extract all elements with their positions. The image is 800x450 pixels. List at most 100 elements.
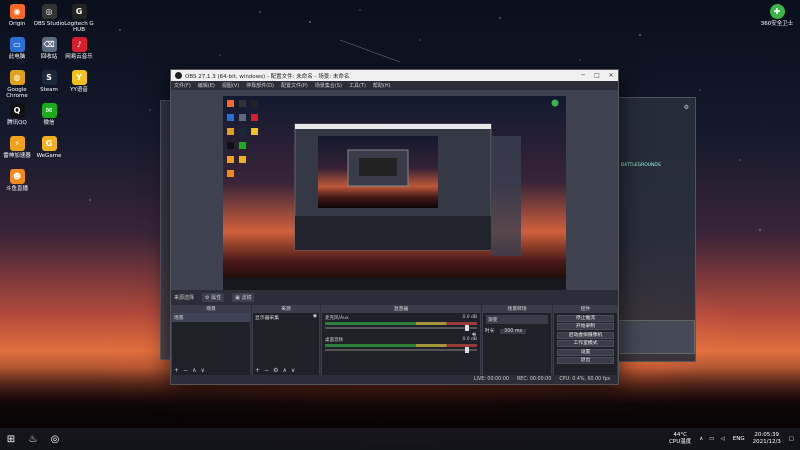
controls-dock: 控件 停止推流 开始录制 启动虚拟摄像机 工作室模式 设置 退出 (553, 305, 618, 376)
preview-canvas[interactable] (223, 96, 566, 290)
obs-logo-icon (175, 72, 182, 79)
studio-mode-button[interactable]: 工作室模式 (557, 340, 614, 347)
minimize-icon[interactable]: ─ (576, 72, 590, 79)
add-icon[interactable]: + (255, 367, 260, 374)
volume-slider[interactable] (325, 347, 477, 353)
rec-status: REC: 00:00:00 (516, 377, 552, 382)
menu-item[interactable]: 文件(F) (174, 82, 191, 89)
app-icon: ▭ (9, 37, 25, 52)
obs-menubar: 文件(F) 编辑(E) 视图(V) 停靠部件(D) 配置文件(P) 场景集合(S) 工具(T… (171, 81, 618, 90)
mixer-track: 麦克风/Aux 0.0 dB 🔊︎ (325, 315, 477, 338)
app-icon: Y (71, 70, 87, 85)
cpu-status: CPU: 0.4%, 60.00 fps (559, 377, 610, 382)
desktop-icon-label: Logitech G HUB (64, 21, 94, 34)
move-down-icon[interactable]: ∨ (291, 367, 295, 374)
source-toolbar-label: 来源选择 (174, 294, 195, 301)
move-up-icon[interactable]: ∧ (282, 367, 286, 374)
exit-button[interactable]: 退出 (557, 357, 614, 364)
desktop-icon[interactable]: G WeGame (29, 136, 69, 159)
app-icon: ◉ (9, 4, 25, 19)
menu-item[interactable]: 配置文件(P) (281, 82, 308, 89)
move-up-icon[interactable]: ∧ (192, 367, 196, 374)
menu-item[interactable]: 工具(T) (349, 82, 366, 89)
duration-input[interactable]: 300 ms (500, 329, 526, 334)
transitions-dock: 场景转场 渐变 时长 300 ms (482, 305, 552, 376)
duration-row: 时长 300 ms (483, 326, 551, 335)
volume-meter (325, 322, 477, 325)
desktop-icon-label: 斗鱼直播 (5, 186, 28, 192)
taskbar: ⊞ ♨ ◎ 44°C CPU温度 ∧ ▭ ◁ ENG 20:05:39 2021/1… (0, 428, 800, 450)
controls-dock-title: 控件 (554, 306, 617, 313)
app-icon: ⚡ (9, 136, 25, 151)
notification-icon[interactable]: ▢ (789, 436, 794, 442)
mixer-track: 桌面音频 0.0 dB (322, 337, 480, 353)
settings-button[interactable]: 设置 (557, 348, 614, 356)
desktop-icon[interactable]: ☻ 斗鱼直播 (0, 169, 37, 192)
obs-titlebar[interactable]: OBS 27.1.3 (64-bit, windows) - 配置文件: 未命名… (171, 70, 618, 81)
stop-streaming-button[interactable]: 停止推流 (557, 314, 614, 322)
scene-item[interactable]: 场景 (172, 313, 250, 322)
menu-item[interactable]: 场景集合(S) (315, 82, 342, 89)
network-icon[interactable]: ▭ (709, 436, 714, 442)
background-window-steam: ⚙ BATTLEGROUNDS (612, 97, 696, 362)
maximize-icon[interactable]: □ (590, 72, 604, 79)
remove-icon[interactable]: − (183, 367, 188, 374)
source-item[interactable]: 显示器采集 ◉ (253, 313, 319, 322)
input-language[interactable]: ENG (733, 436, 745, 442)
close-icon[interactable]: ✕ (604, 72, 618, 79)
desktop-icon[interactable]: G Logitech G HUB (59, 4, 99, 34)
obs-status-bar: LIVE: 00:00:00 REC: 00:00:00 CPU: 0.4%, … (171, 375, 618, 384)
steam-game-text: BATTLEGROUNDS (621, 163, 661, 168)
desktop-icon[interactable]: ✉ 微信 (29, 103, 69, 126)
menu-item[interactable]: 视图(V) (222, 82, 239, 89)
mixer-dock: 混音器 麦克风/Aux 0.0 dB 🔊︎ 桌面音频 0.0 dB (321, 305, 481, 376)
speaker-icon[interactable]: 🔊︎ (472, 331, 476, 339)
scenes-dock: 场景 场景 + − ∧ ∨ (171, 305, 251, 376)
app-icon: ◍ (9, 70, 25, 85)
system-tray: 44°C CPU温度 ∧ ▭ ◁ ENG 20:05:39 2021/12/3 ▢ (661, 432, 800, 445)
steam-taskbar-icon[interactable]: ♨ (22, 428, 44, 450)
transition-select[interactable]: 渐变 (486, 315, 548, 324)
live-status: LIVE: 00:00:00 (473, 377, 509, 382)
volume-slider[interactable] (325, 325, 477, 331)
add-icon[interactable]: + (174, 367, 179, 374)
scenes-toolbar: + − ∧ ∨ (172, 366, 250, 375)
virtual-camera-button[interactable]: 启动虚拟摄像机 (557, 331, 614, 339)
preview-area (171, 90, 618, 290)
app-icon: G (41, 136, 57, 151)
menu-item[interactable]: 编辑(E) (198, 82, 215, 89)
tray-chevron-icon[interactable]: ∧ (699, 436, 703, 442)
source-toolbar: 来源选择 ⚙ 属性 ▣ 滤镜 (171, 292, 618, 302)
remove-icon[interactable]: − (264, 367, 269, 374)
scenes-dock-title: 场景 (172, 306, 250, 313)
volume-icon[interactable]: ◁ (721, 436, 725, 442)
menu-item[interactable]: 帮助(H) (373, 82, 391, 89)
cpu-temp: 44°C CPU温度 (669, 432, 692, 445)
desktop-icon[interactable]: Y YY语音 (59, 70, 99, 93)
filters-button[interactable]: ▣ 滤镜 (232, 292, 255, 302)
visibility-eye-icon[interactable]: ◉ (313, 314, 317, 319)
obs-taskbar-icon[interactable]: ◎ (44, 428, 66, 450)
move-down-icon[interactable]: ∨ (200, 367, 204, 374)
volume-meter (325, 344, 477, 347)
windows-start-icon[interactable]: ⊞ (0, 428, 22, 450)
properties-button[interactable]: ⚙ 属性 (202, 292, 225, 302)
app-icon: ◎ (41, 4, 57, 19)
shield-icon: ✚ (769, 4, 785, 19)
menu-item[interactable]: 停靠部件(D) (246, 82, 274, 89)
gear-icon[interactable]: ⚙ (273, 367, 278, 374)
transitions-dock-title: 场景转场 (483, 306, 551, 313)
app-icon: Q (9, 103, 25, 118)
clock[interactable]: 20:05:39 2021/12/3 (753, 432, 781, 445)
obs-window[interactable]: OBS 27.1.3 (64-bit, windows) - 配置文件: 未命名… (170, 69, 619, 385)
desktop-icon-label: WeGame (36, 153, 62, 159)
desktop-icon-360[interactable]: ✚ 360安全卫士 (757, 4, 797, 27)
obs-docks: 场景 场景 + − ∧ ∨ 来源 显示器采集 ◉ + − ⚙ ∧ ∨ 混音器 麦… (171, 305, 618, 376)
desktop-icon-label: YY语音 (70, 87, 88, 93)
sources-dock-title: 来源 (253, 306, 319, 313)
desktop-icon[interactable]: ♪ 网易云音乐 (59, 37, 99, 60)
app-icon: ⌫ (41, 37, 57, 52)
gear-icon[interactable]: ⚙ (684, 104, 689, 111)
app-icon: ♪ (71, 37, 87, 52)
start-recording-button[interactable]: 开始录制 (557, 323, 614, 330)
